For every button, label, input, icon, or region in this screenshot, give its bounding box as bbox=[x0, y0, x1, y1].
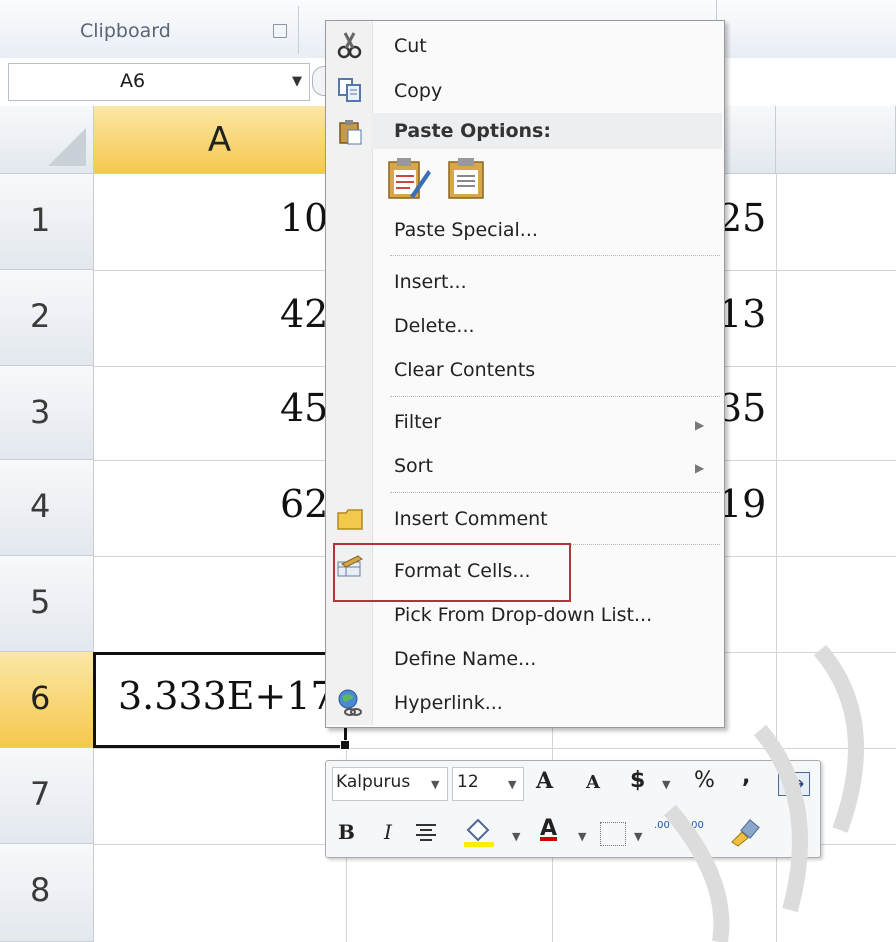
paste-values-icon[interactable] bbox=[444, 156, 490, 202]
cell-a1[interactable]: 10 bbox=[280, 196, 328, 240]
menu-item-filter[interactable]: Filter bbox=[394, 411, 441, 433]
row-header-1[interactable]: 1 bbox=[0, 174, 94, 270]
chevron-down-icon[interactable]: ▼ bbox=[431, 778, 439, 791]
active-cell-border bbox=[93, 652, 347, 748]
menu-item-define-name[interactable]: Define Name... bbox=[394, 648, 536, 670]
row-header-4[interactable]: 4 bbox=[0, 460, 94, 556]
column-header-a[interactable]: A bbox=[94, 106, 346, 174]
paste-options-label: Paste Options: bbox=[394, 120, 551, 142]
menu-item-paste-special[interactable]: Paste Special... bbox=[394, 219, 538, 241]
cell-c2[interactable]: 13 bbox=[718, 292, 766, 336]
menu-item-hyperlink[interactable]: Hyperlink... bbox=[394, 692, 503, 714]
row-header-3[interactable]: 3 bbox=[0, 366, 94, 460]
center-align-icon[interactable] bbox=[414, 822, 438, 844]
cell-a4[interactable]: 62 bbox=[280, 482, 328, 526]
clipboard-icon bbox=[336, 118, 364, 146]
fill-color-icon[interactable] bbox=[462, 816, 496, 848]
font-name-value: Kalpurus bbox=[336, 772, 411, 792]
clipboard-group-label: Clipboard bbox=[80, 20, 171, 42]
menu-item-sort[interactable]: Sort bbox=[394, 455, 433, 477]
submenu-arrow-icon: ▶ bbox=[695, 418, 705, 432]
dialog-launcher-icon[interactable] bbox=[273, 24, 287, 38]
menu-item-copy[interactable]: Copy bbox=[394, 80, 442, 102]
cell-a2[interactable]: 42 bbox=[280, 292, 328, 336]
italic-icon[interactable]: I bbox=[384, 820, 392, 844]
hyperlink-globe-icon bbox=[336, 688, 364, 716]
menu-item-cut[interactable]: Cut bbox=[394, 35, 427, 57]
menu-separator bbox=[390, 255, 720, 256]
comment-folder-icon bbox=[336, 505, 364, 533]
menu-item-insert-comment[interactable]: Insert Comment bbox=[394, 508, 548, 530]
cell-c3[interactable]: 35 bbox=[718, 386, 766, 430]
menu-item-delete[interactable]: Delete... bbox=[394, 315, 475, 337]
cell-c4[interactable]: 19 bbox=[718, 482, 766, 526]
font-size-value: 12 bbox=[457, 772, 479, 792]
cell-c1[interactable]: 25 bbox=[718, 196, 766, 240]
chevron-down-icon[interactable]: ▼ bbox=[508, 778, 516, 791]
watermark-graphic bbox=[663, 644, 864, 942]
select-all-triangle-icon bbox=[48, 128, 86, 166]
name-box[interactable] bbox=[8, 63, 310, 101]
ribbon-group-divider bbox=[298, 6, 299, 54]
column-header-d[interactable] bbox=[776, 106, 896, 174]
row-header-2[interactable]: 2 bbox=[0, 270, 94, 366]
fill-handle[interactable] bbox=[340, 740, 350, 750]
row-header-7[interactable]: 7 bbox=[0, 748, 94, 844]
paste-keep-formatting-icon[interactable] bbox=[386, 156, 432, 202]
chevron-down-icon[interactable]: ▼ bbox=[292, 74, 302, 89]
submenu-arrow-icon: ▶ bbox=[695, 461, 705, 475]
name-box-value: A6 bbox=[120, 70, 146, 92]
menu-separator bbox=[390, 396, 720, 397]
row-header-6[interactable]: 6 bbox=[0, 652, 94, 748]
menu-item-clear-contents[interactable]: Clear Contents bbox=[394, 359, 535, 381]
cell-a3[interactable]: 45 bbox=[280, 386, 328, 430]
row-header-5[interactable]: 5 bbox=[0, 556, 94, 652]
menu-separator bbox=[390, 492, 720, 493]
scissors-icon bbox=[336, 30, 364, 59]
copy-icon bbox=[336, 76, 364, 104]
menu-item-insert[interactable]: Insert... bbox=[394, 271, 467, 293]
row-header-8[interactable]: 8 bbox=[0, 844, 94, 942]
bold-icon[interactable]: B bbox=[338, 820, 355, 844]
